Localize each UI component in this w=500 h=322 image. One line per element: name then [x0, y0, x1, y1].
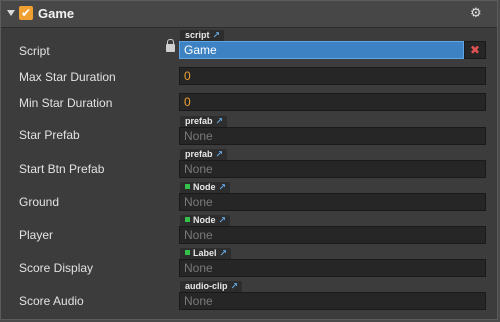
ground-field[interactable]: None: [179, 193, 486, 211]
score-display-field[interactable]: None: [179, 259, 486, 277]
type-tag-ground: Node ↗: [180, 182, 231, 193]
gear-icon[interactable]: ⚙: [470, 6, 482, 20]
start-btn-prefab-field[interactable]: None: [179, 160, 486, 178]
label-max-star-duration: Max Star Duration: [19, 70, 116, 84]
type-tag-score-display: Label ↗: [180, 248, 232, 259]
clear-script-button[interactable]: ✖: [464, 41, 486, 59]
enable-checkbox[interactable]: ✔: [19, 6, 33, 20]
external-link-icon[interactable]: ↗: [220, 248, 228, 259]
external-link-icon[interactable]: ↗: [231, 281, 239, 292]
lock-icon: [166, 39, 175, 52]
external-link-icon[interactable]: ↗: [213, 30, 221, 41]
node-marker-icon: [185, 184, 190, 189]
star-prefab-field[interactable]: None: [179, 127, 486, 145]
label-score-display: Score Display: [19, 261, 94, 275]
component-header[interactable]: ✔ Game ⚙: [1, 1, 497, 28]
collapse-caret-icon[interactable]: [7, 10, 15, 16]
type-tag-star-prefab: prefab ↗: [180, 116, 228, 127]
label-script: Script: [19, 44, 50, 58]
label-score-audio: Score Audio: [19, 294, 84, 308]
score-audio-field[interactable]: None: [179, 292, 486, 310]
label-min-star-duration: Min Star Duration: [19, 96, 113, 110]
type-tag-script: script ↗: [180, 30, 225, 41]
external-link-icon[interactable]: ↗: [216, 116, 224, 127]
label-player: Player: [19, 228, 54, 242]
label-start-btn-prefab: Start Btn Prefab: [19, 162, 105, 176]
node-marker-icon: [185, 250, 190, 255]
type-tag-player: Node ↗: [180, 215, 231, 226]
min-star-duration-input[interactable]: 0: [179, 93, 486, 111]
max-star-duration-input[interactable]: 0: [179, 67, 486, 85]
external-link-icon[interactable]: ↗: [219, 215, 227, 226]
inspector-panel: ✔ Game ⚙ Script script ↗ Game ✖ Max Star …: [0, 0, 498, 320]
component-title: Game: [38, 6, 75, 21]
type-tag-score-audio: audio-clip ↗: [180, 281, 243, 292]
label-star-prefab: Star Prefab: [19, 128, 80, 142]
external-link-icon[interactable]: ↗: [216, 149, 224, 160]
node-marker-icon: [185, 217, 190, 222]
type-tag-start-btn-prefab: prefab ↗: [180, 149, 228, 160]
label-ground: Ground: [19, 195, 60, 209]
script-field[interactable]: Game: [179, 41, 464, 59]
external-link-icon[interactable]: ↗: [219, 182, 227, 193]
player-field[interactable]: None: [179, 226, 486, 244]
